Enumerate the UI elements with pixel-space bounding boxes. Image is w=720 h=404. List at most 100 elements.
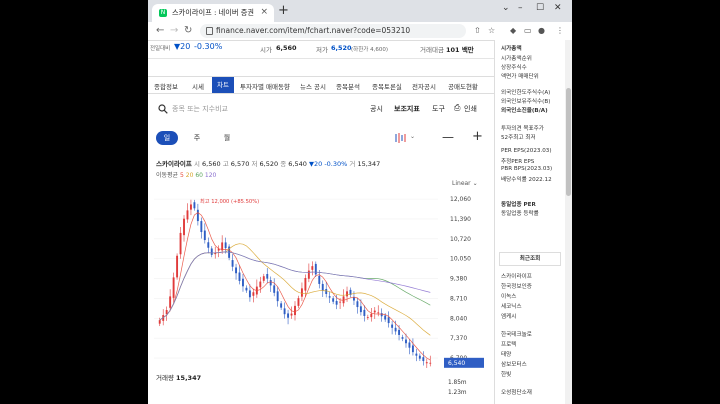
tab-price[interactable]: 시세 — [192, 81, 204, 91]
page-scrollbar[interactable] — [565, 40, 572, 404]
browser-menu-icon[interactable]: ⋮ — [556, 26, 564, 35]
candle-body — [415, 353, 418, 356]
volume-label-row: 거래량 15,347 — [156, 372, 201, 382]
candle-body — [318, 275, 321, 284]
back-button[interactable]: ← — [156, 25, 164, 36]
bookmark-star-icon[interactable]: ☆ — [488, 26, 495, 35]
candle-body — [193, 202, 196, 209]
recent-item[interactable]: 한빛 — [501, 370, 511, 378]
sidepanel-icon[interactable]: ▭ — [524, 26, 532, 35]
candle-body — [335, 300, 338, 305]
search-icon — [158, 104, 168, 114]
candle-body — [207, 242, 210, 248]
candle-body — [189, 204, 192, 210]
recent-item[interactable]: 태양 — [501, 350, 511, 358]
side-item-shares: 상장주식수 — [501, 65, 527, 71]
recent-item[interactable]: 이녹스 — [501, 292, 516, 300]
extensions-icon[interactable]: ◆ — [510, 26, 516, 35]
tab-short-selling[interactable]: 공매도현황 — [448, 81, 478, 91]
recent-item[interactable]: 엠케시 — [501, 312, 516, 320]
share-icon[interactable]: ⇧ — [474, 26, 481, 35]
tab-investor-trend[interactable]: 투자자별 매매동향 — [240, 81, 290, 91]
tab-close-icon[interactable]: × — [260, 7, 268, 17]
tab-title: 스카이라이프 : 네이버 증권 — [172, 8, 255, 17]
low-label: 저가 — [316, 46, 328, 54]
print-link[interactable]: 인쇄 — [464, 104, 477, 114]
prev-day-label: 전일대비 — [150, 46, 171, 52]
ma-60: 60 — [195, 172, 203, 179]
recent-title: 최근조회 — [499, 252, 561, 266]
candle-body — [398, 329, 401, 335]
reload-button[interactable]: ↻ — [184, 25, 192, 36]
recent-item[interactable]: 한국테크놀로 — [501, 330, 532, 338]
candle-body — [408, 342, 411, 348]
profile-avatar-icon[interactable]: ● — [538, 26, 545, 35]
ohlc-vol: 15,347 — [357, 160, 381, 168]
maximize-button[interactable]: ☐ — [536, 3, 544, 13]
tab-discussion[interactable]: 종목토론실 — [372, 81, 402, 91]
new-tab-button[interactable]: + — [278, 4, 289, 18]
scrollbar-thumb[interactable] — [566, 88, 571, 196]
recent-item[interactable]: 프로텍 — [501, 340, 516, 348]
print-icon[interactable]: ⎙ — [454, 103, 460, 113]
candle-body — [235, 267, 237, 274]
open-value: 6,560 — [276, 44, 297, 52]
recent-item[interactable]: 세코닉스 — [501, 302, 522, 310]
candle-body — [418, 355, 421, 359]
tab-disclosure[interactable]: 전자공시 — [412, 81, 436, 91]
disclosure-link[interactable]: 공시 — [370, 104, 383, 114]
y-tick-label: 10,720 — [450, 236, 471, 243]
forward-button[interactable]: → — [170, 25, 178, 36]
ohlc-close-label: 종 — [280, 160, 287, 168]
tab-news[interactable]: 뉴스 공시 — [300, 81, 326, 91]
minimize-button[interactable]: – — [518, 3, 523, 13]
candle-body — [387, 317, 390, 324]
zoom-out-icon[interactable]: — — [442, 130, 454, 144]
tab-analysis[interactable]: 종목분석 — [336, 81, 360, 91]
recent-item[interactable]: 한국정보인증 — [501, 282, 532, 290]
ohlc-high: 6,570 — [230, 160, 250, 168]
close-window-button[interactable]: ✕ — [554, 3, 562, 13]
low-limit: (하한가 4,600) — [351, 47, 388, 53]
period-day-button[interactable]: 일 — [156, 131, 178, 145]
recent-item[interactable]: 오성첨단소재 — [501, 388, 532, 396]
compare-search-input[interactable]: 종목 또는 지수비교 — [172, 104, 228, 114]
side-item-foreign-holding: 외국인보유주식수(B) — [501, 99, 551, 105]
candle-body — [401, 337, 404, 339]
candle-body — [332, 298, 335, 302]
y-tick-label: 12,060 — [450, 196, 471, 203]
compare-search-row: 종목 또는 지수비교 공시 보조지표 도구 ⎙ 인쇄 — [158, 102, 488, 116]
moving-average-legend: 이동평균 5 20 60 120 — [156, 170, 216, 179]
candle-body — [210, 248, 213, 255]
indicator-link[interactable]: 보조지표 — [394, 104, 420, 114]
browser-tab[interactable]: N 스카이라이프 : 네이버 증권 × — [152, 4, 274, 22]
tab-overview[interactable]: 종합정보 — [154, 81, 178, 91]
ohlc-change: ▼20 — [308, 160, 323, 168]
chevron-down-icon[interactable]: ⌄ — [410, 133, 415, 140]
candle-body — [200, 221, 203, 233]
side-item-pbr-bps: PBR BPS(2023.03) — [501, 166, 553, 172]
tab-search-icon[interactable]: ⌄ — [502, 3, 510, 13]
candle-body — [366, 317, 369, 318]
url-field[interactable]: finance.naver.com/item/fchart.naver?code… — [200, 24, 466, 38]
tools-link[interactable]: 도구 — [432, 104, 445, 114]
tab-chart[interactable]: 차트 — [212, 77, 234, 93]
ma-label: 이동평균 — [156, 172, 179, 179]
period-week-button[interactable]: 주 — [186, 131, 208, 145]
price-chart[interactable]: 12,060 11,390 10,720 10,050 9,380 8,710 8,040 7… — [148, 188, 494, 368]
ohlc-summary: 스카이라이프 시 6,560 고 6,570 저 6,520 종 6,540 ▼… — [156, 158, 380, 168]
candle-body — [158, 320, 161, 324]
stock-menu-tabs: 종합정보 시세 차트 투자자별 매매동향 뉴스 공시 종목분석 종목토론실 전자… — [148, 76, 494, 94]
side-item-market-cap: 시가총액 — [501, 46, 522, 52]
recent-item[interactable]: 삼보모터스 — [501, 360, 527, 368]
y-tick-label: 11,390 — [450, 216, 471, 223]
candle-style-icon[interactable] — [394, 133, 408, 143]
candle-body — [238, 272, 241, 281]
ohlc-open: 6,560 — [202, 160, 221, 168]
candle-body — [370, 313, 373, 318]
scale-dropdown[interactable]: Linear ⌄ — [452, 180, 478, 187]
recent-item[interactable]: 스카이라이프 — [501, 272, 532, 280]
candle-body — [224, 242, 227, 249]
period-month-button[interactable]: 월 — [216, 131, 238, 145]
zoom-in-icon[interactable]: + — [472, 129, 483, 144]
